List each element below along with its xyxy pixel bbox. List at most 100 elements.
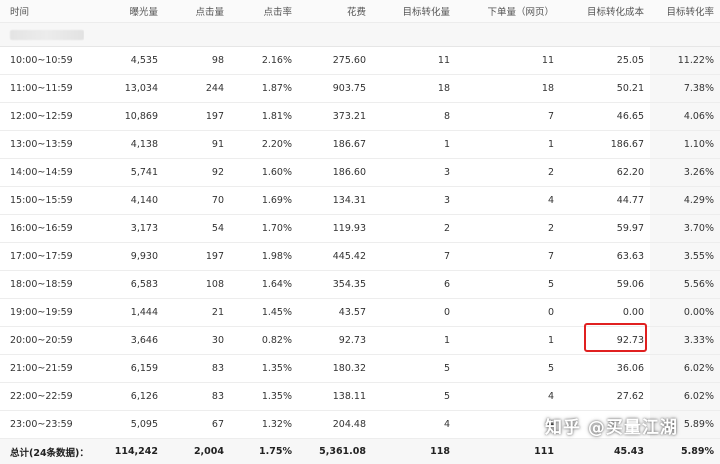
cell-cost-per-conversion: 92.73 (560, 327, 650, 355)
cell-ctr: 1.69% (230, 187, 298, 215)
cell-time: 17:00~17:59 (0, 243, 84, 271)
cell-cost-per-conversion: 46.65 (560, 103, 650, 131)
cell-clicks: 70 (164, 187, 230, 215)
cell-conversion-rate: 4.29% (650, 187, 720, 215)
cell-impressions: 9,930 (84, 243, 164, 271)
cell-clicks: 54 (164, 215, 230, 243)
column-header-cost-per-conversion[interactable]: 目标转化成本 (560, 0, 650, 23)
table-row: 12:00~12:5910,8691971.81%373.218746.654.… (0, 103, 720, 131)
cell-time: 21:00~21:59 (0, 355, 84, 383)
cell-time: 22:00~22:59 (0, 383, 84, 411)
cell-cost: 186.60 (298, 159, 372, 187)
cell-clicks: 67 (164, 411, 230, 439)
cell-time: 18:00~18:59 (0, 271, 84, 299)
column-header-orders-web[interactable]: 下单量（网页） (456, 0, 560, 23)
table-row: 20:00~20:593,646300.82%92.731192.733.33% (0, 327, 720, 355)
cell-conversion-rate: 4.06% (650, 103, 720, 131)
blurred-date-label (0, 23, 84, 47)
cell-conversions: 1 (372, 131, 456, 159)
cell-time: 14:00~14:59 (0, 159, 84, 187)
cell-impressions: 3,646 (84, 327, 164, 355)
cell-cost-per-conversion: 25.05 (560, 47, 650, 75)
cell-time: 23:00~23:59 (0, 411, 84, 439)
table-row: 16:00~16:593,173541.70%119.932259.973.70… (0, 215, 720, 243)
cell-ctr: 1.60% (230, 159, 298, 187)
cell-clicks: 244 (164, 75, 230, 103)
total-conversions: 118 (372, 439, 456, 464)
cell-clicks: 30 (164, 327, 230, 355)
cell-ctr: 1.45% (230, 299, 298, 327)
cell-conversion-rate: 6.02% (650, 383, 720, 411)
cell-ctr: 1.64% (230, 271, 298, 299)
cell-ctr: 1.87% (230, 75, 298, 103)
table-row: 21:00~21:596,159831.35%180.325536.066.02… (0, 355, 720, 383)
cell-time: 19:00~19:59 (0, 299, 84, 327)
cell-time: 15:00~15:59 (0, 187, 84, 215)
column-header-conversion-rate[interactable]: 目标转化率 (650, 0, 720, 23)
cell-cost: 43.57 (298, 299, 372, 327)
column-header-ctr[interactable]: 点击率 (230, 0, 298, 23)
total-impressions: 114,242 (84, 439, 164, 464)
table-row: 18:00~18:596,5831081.64%354.356559.065.5… (0, 271, 720, 299)
cell-cost: 445.42 (298, 243, 372, 271)
cell-orders-web: 5 (456, 271, 560, 299)
cell-cost-per-conversion: 62.20 (560, 159, 650, 187)
cell-time: 13:00~13:59 (0, 131, 84, 159)
cell-ctr: 0.82% (230, 327, 298, 355)
table-row: 10:00~10:594,535982.16%275.60111125.0511… (0, 47, 720, 75)
cell-clicks: 83 (164, 355, 230, 383)
cell-ctr: 2.20% (230, 131, 298, 159)
cell-impressions: 1,444 (84, 299, 164, 327)
cell-conversion-rate: 6.02% (650, 355, 720, 383)
table-row: 17:00~17:599,9301971.98%445.427763.633.5… (0, 243, 720, 271)
cell-cost: 119.93 (298, 215, 372, 243)
cell-orders-web: 4 (456, 187, 560, 215)
cell-impressions: 4,140 (84, 187, 164, 215)
column-header-clicks[interactable]: 点击量 (164, 0, 230, 23)
total-cost-per-conversion: 45.43 (560, 439, 650, 464)
cell-conversions: 18 (372, 75, 456, 103)
cell-time: 20:00~20:59 (0, 327, 84, 355)
cell-conversion-rate: 0.00% (650, 299, 720, 327)
cell-cost: 138.11 (298, 383, 372, 411)
total-ctr: 1.75% (230, 439, 298, 464)
column-header-time[interactable]: 时间 (0, 0, 84, 23)
hourly-report-table: 时间 曝光量 点击量 点击率 花费 目标转化量 下单量（网页） 目标转化成本 目… (0, 0, 720, 464)
cell-orders-web: 1 (456, 131, 560, 159)
cell-conversions: 6 (372, 271, 456, 299)
cell-conversion-rate: 5.56% (650, 271, 720, 299)
cell-conversion-rate: 1.10% (650, 131, 720, 159)
cell-orders-web: 2 (456, 215, 560, 243)
cell-clicks: 98 (164, 47, 230, 75)
cell-conversion-rate: 11.22% (650, 47, 720, 75)
cell-impressions: 6,159 (84, 355, 164, 383)
cell-clicks: 197 (164, 103, 230, 131)
total-cost: 5,361.08 (298, 439, 372, 464)
cell-cost: 92.73 (298, 327, 372, 355)
total-label: 总计(24条数据)： (0, 439, 84, 464)
cell-orders-web: 1 (456, 327, 560, 355)
cell-cost: 180.32 (298, 355, 372, 383)
table-row: 11:00~11:5913,0342441.87%903.75181850.21… (0, 75, 720, 103)
cell-impressions: 3,173 (84, 215, 164, 243)
column-header-conversions[interactable]: 目标转化量 (372, 0, 456, 23)
cell-ctr: 1.35% (230, 355, 298, 383)
column-header-cost[interactable]: 花费 (298, 0, 372, 23)
cell-time: 10:00~10:59 (0, 47, 84, 75)
cell-impressions: 6,583 (84, 271, 164, 299)
table-row: 14:00~14:595,741921.60%186.603262.203.26… (0, 159, 720, 187)
column-header-impressions[interactable]: 曝光量 (84, 0, 164, 23)
cell-conversions: 2 (372, 215, 456, 243)
table-row: 19:00~19:591,444211.45%43.57000.000.00% (0, 299, 720, 327)
cell-impressions: 10,869 (84, 103, 164, 131)
table-row: 15:00~15:594,140701.69%134.313444.774.29… (0, 187, 720, 215)
cell-conversion-rate: 3.70% (650, 215, 720, 243)
cell-time: 11:00~11:59 (0, 75, 84, 103)
table-header-row: 时间 曝光量 点击量 点击率 花费 目标转化量 下单量（网页） 目标转化成本 目… (0, 0, 720, 23)
cell-impressions: 4,138 (84, 131, 164, 159)
total-clicks: 2,004 (164, 439, 230, 464)
table-row: 13:00~13:594,138912.20%186.6711186.671.1… (0, 131, 720, 159)
cell-time: 16:00~16:59 (0, 215, 84, 243)
cell-orders-web: 4 (456, 383, 560, 411)
cell-cost-per-conversion: 59.97 (560, 215, 650, 243)
